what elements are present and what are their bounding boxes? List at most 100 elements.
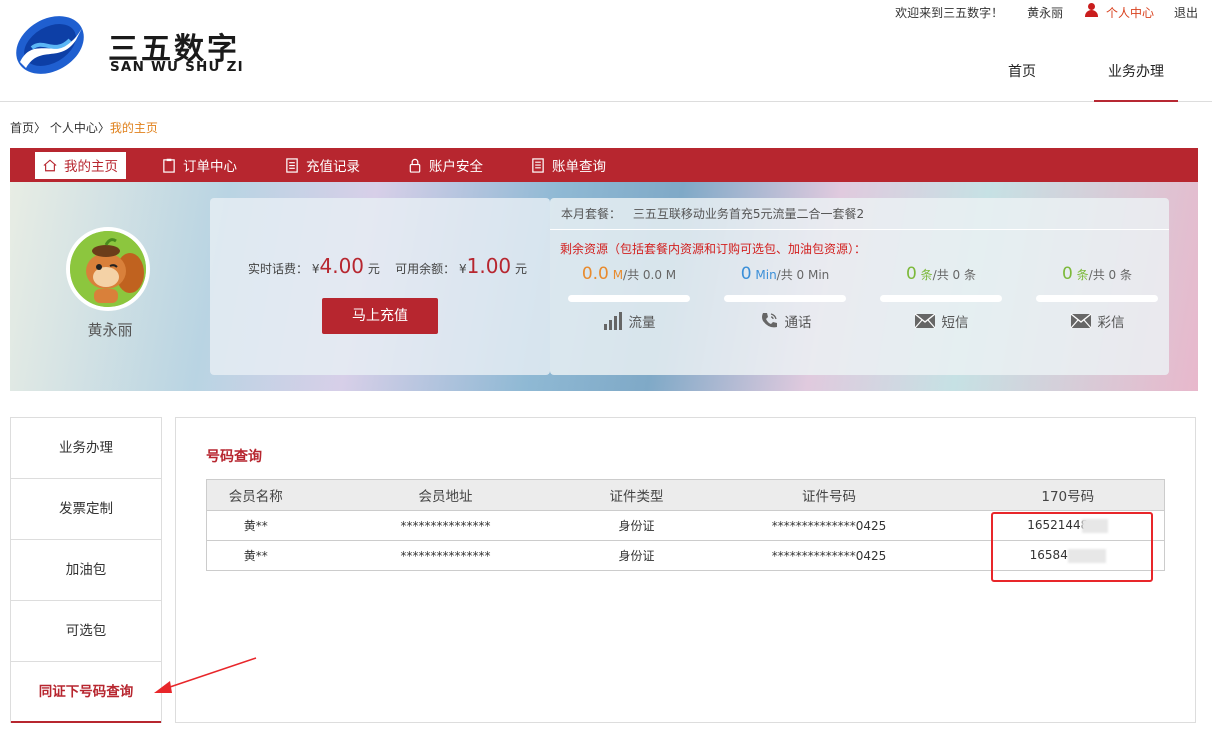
welcome-text: 欢迎来到三五数字！ <box>895 5 1004 20</box>
breadcrumb: 首页〉 个人中心〉我的主页 <box>10 119 158 136</box>
profile-name: 黄永丽 <box>87 321 133 339</box>
column-header: 会员地址 <box>304 479 587 511</box>
user-center-label: 个人中心 <box>1105 6 1154 20</box>
monthly-plan-label: 本月套餐： <box>561 207 622 221</box>
lock-icon <box>409 158 421 173</box>
resource-total: /共 0.0 M <box>623 268 677 282</box>
resource-label-row: 短信 <box>880 311 1002 331</box>
tab-label: 订单中心 <box>183 159 237 175</box>
available-balance-label: 可用余额： <box>395 262 456 276</box>
brand-logo[interactable]: 三五数字 SAN WU SHU ZI <box>10 12 250 78</box>
realtime-fee-label: 实时话费： <box>248 262 309 276</box>
main-nav: 首页 业务办理 <box>994 50 1178 102</box>
account-tab-bar: 我的主页 订单中心 充值记录 账户安全 账单查询 <box>10 148 1198 182</box>
resource-unit: 条 <box>920 268 933 282</box>
logout-link[interactable]: 退出 <box>1174 4 1198 21</box>
id-type-cell: 身份证 <box>586 510 687 541</box>
resource-current: 0 <box>1062 264 1073 284</box>
document-icon <box>286 157 298 173</box>
nav-business[interactable]: 业务办理 <box>1094 50 1178 102</box>
side-item-invoice[interactable]: 发票定制 <box>11 479 161 540</box>
tab-order-center[interactable]: 订单中心 <box>150 152 249 179</box>
breadcrumb-separator: 〉 <box>97 121 110 135</box>
person-icon <box>1085 3 1099 17</box>
side-item-business[interactable]: 业务办理 <box>11 418 161 479</box>
member-address-cell: *************** <box>400 548 491 563</box>
breadcrumb-current: 我的主页 <box>109 121 158 135</box>
resource-label-row: 彩信 <box>1036 311 1158 331</box>
squirrel-avatar-icon <box>70 231 146 307</box>
column-header: 会员名称 <box>206 479 305 511</box>
resource-unit: M <box>612 268 624 282</box>
resource-value: 0.0 M/共 0.0 M <box>568 262 690 286</box>
resource-progress-bar <box>880 295 1002 302</box>
side-menu: 业务办理 发票定制 加油包 可选包 同证下号码查询 <box>10 417 162 723</box>
tab-label: 充值记录 <box>306 159 360 175</box>
resource-label: 流量 <box>628 315 656 331</box>
envelope-icon <box>1070 313 1091 329</box>
breadcrumb-separator: 〉 <box>34 121 47 135</box>
bill-icon <box>532 157 544 173</box>
tab-bill-query[interactable]: 账单查询 <box>519 152 618 179</box>
resource-unit: Min <box>755 268 777 282</box>
resource-current: 0 <box>740 264 752 284</box>
resource-progress-bar <box>1036 295 1158 302</box>
clipboard-icon <box>163 158 175 173</box>
side-item-same-id-number-query[interactable]: 同证下号码查询 <box>11 662 161 723</box>
resource-progress-bar <box>568 295 690 302</box>
yuan-unit: 元 <box>367 262 380 276</box>
account-overview-banner: 黄永丽 实时话费： ¥4.00 元 可用余额： ¥1.00 元 马上充值 本月套… <box>10 182 1198 391</box>
resource-label-row: 流量 <box>568 311 690 331</box>
balance-line: 实时话费： ¥4.00 元 可用余额： ¥1.00 元 <box>248 254 527 278</box>
resource-voice: 0 Min/共 0 Min 通话 <box>724 262 846 331</box>
highlight-annotation-box <box>991 512 1153 582</box>
monthly-plan-row: 本月套餐： 三五互联移动业务首充5元流量二合一套餐2 <box>550 198 1169 230</box>
resource-label: 通话 <box>784 315 812 331</box>
resource-value: 0 条/共 0 条 <box>1036 262 1158 286</box>
tab-my-home[interactable]: 我的主页 <box>35 151 126 179</box>
resource-data: 0.0 M/共 0.0 M 流量 <box>568 262 690 331</box>
plan-resources-card: 本月套餐： 三五互联移动业务首充5元流量二合一套餐2 剩余资源（包括套餐内资源和… <box>550 198 1169 375</box>
resource-progress-bar <box>724 295 846 302</box>
column-header: 170号码 <box>971 479 1165 511</box>
user-name-link[interactable]: 黄永丽 <box>1027 4 1063 21</box>
resource-value: 0 Min/共 0 Min <box>724 262 846 286</box>
realtime-fee-value: 4.00 <box>319 254 365 278</box>
user-avatar[interactable] <box>66 227 150 311</box>
id-number-cell: **************0425 <box>771 548 887 563</box>
nav-home[interactable]: 首页 <box>994 50 1050 102</box>
panel-title: 号码查询 <box>206 449 262 465</box>
home-icon <box>43 159 57 171</box>
id-number-cell: **************0425 <box>686 510 972 541</box>
user-center-link[interactable]: 个人中心 <box>1085 3 1154 21</box>
id-type-cell: 身份证 <box>618 549 655 563</box>
brand-name-en: SAN WU SHU ZI <box>110 59 244 75</box>
phone-icon <box>761 313 777 328</box>
side-item-optional-pack[interactable]: 可选包 <box>11 601 161 662</box>
tab-label: 我的主页 <box>64 159 118 175</box>
signal-bars-icon <box>603 312 622 330</box>
table-header-row: 会员名称 会员地址 证件类型 证件号码 170号码 <box>206 479 1165 511</box>
breadcrumb-center[interactable]: 个人中心 <box>50 121 98 135</box>
tab-recharge-records[interactable]: 充值记录 <box>273 152 372 179</box>
tab-account-security[interactable]: 账户安全 <box>396 152 495 179</box>
logo-mark-icon <box>16 16 84 74</box>
resource-unit: 条 <box>1076 268 1089 282</box>
column-header: 证件号码 <box>686 479 972 511</box>
site-header: 三五数字 SAN WU SHU ZI 欢迎来到三五数字！ 黄永丽 个人中心 退出… <box>0 0 1212 102</box>
tab-label: 账户安全 <box>429 159 483 175</box>
balance-card: 实时话费： ¥4.00 元 可用余额： ¥1.00 元 马上充值 <box>210 198 550 375</box>
member-name-cell: 黄** <box>243 549 268 563</box>
resource-label: 彩信 <box>1097 315 1125 331</box>
resource-mms: 0 条/共 0 条 彩信 <box>1036 262 1158 331</box>
breadcrumb-home[interactable]: 首页 <box>10 121 34 135</box>
resource-current: 0 <box>906 264 917 284</box>
resource-label: 短信 <box>941 315 969 331</box>
recharge-now-button[interactable]: 马上充值 <box>322 298 438 334</box>
top-utility-bar: 欢迎来到三五数字！ 黄永丽 个人中心 退出 <box>895 3 1198 21</box>
resource-total: /共 0 Min <box>776 268 830 282</box>
remaining-resources-title: 剩余资源（包括套餐内资源和订购可选包、加油包资源）： <box>560 242 867 256</box>
side-item-addon-pack[interactable]: 加油包 <box>11 540 161 601</box>
monthly-plan-name: 三五互联移动业务首充5元流量二合一套餐2 <box>632 207 865 221</box>
currency-symbol: ¥ <box>458 262 467 276</box>
